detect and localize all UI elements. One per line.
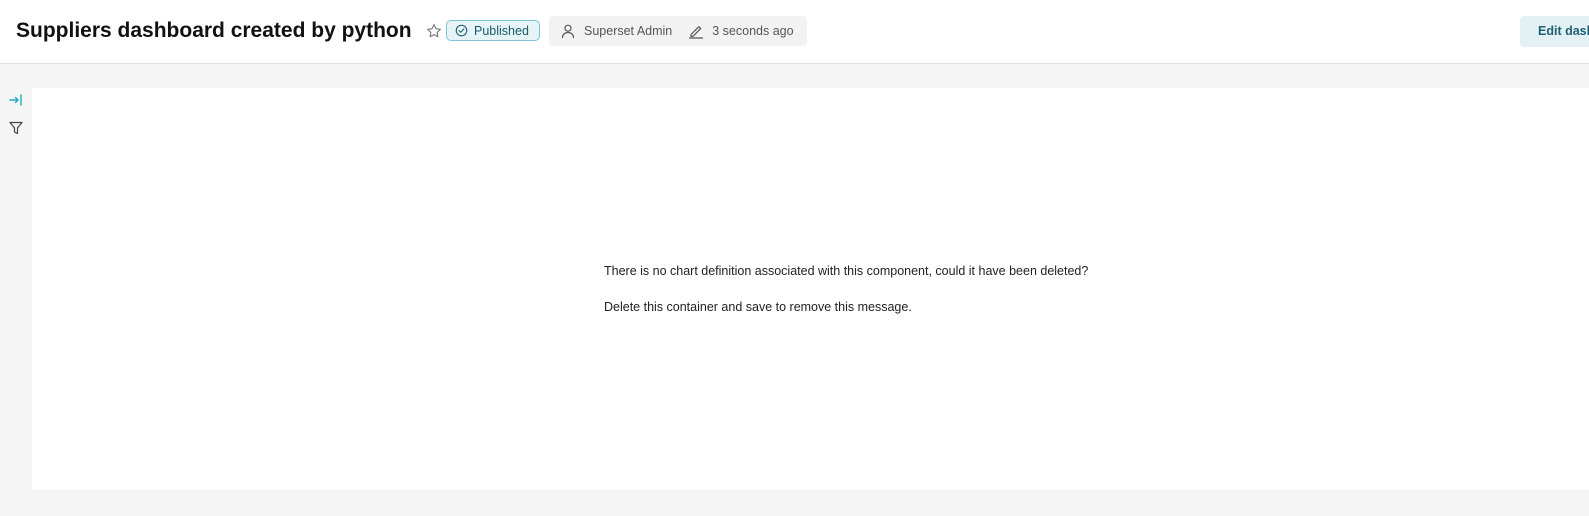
dashboard-header: Suppliers dashboard created by python Pu… [0,0,1589,64]
status-badge[interactable]: Published [446,20,540,41]
star-icon[interactable] [425,22,443,40]
filter-icon[interactable] [8,120,24,136]
modified-info: 3 seconds ago [688,23,794,39]
metadata-bar: Superset Admin 3 seconds ago [549,16,807,46]
check-circle-icon [455,24,468,37]
message-line-2: Delete this container and save to remove… [604,300,912,314]
user-icon [561,24,575,39]
message-line-1: There is no chart definition associated … [604,264,1089,278]
owner-info: Superset Admin [560,23,672,39]
status-badge-label: Published [474,23,529,38]
pencil-icon [689,26,704,39]
expand-icon[interactable] [8,92,24,108]
edit-dashboard-button[interactable]: Edit dashboard [1520,16,1589,47]
dashboard-title[interactable]: Suppliers dashboard created by python [16,17,412,45]
owner-name: Superset Admin [584,24,673,38]
dashboard-content-panel: There is no chart definition associated … [32,88,1589,490]
modified-time: 3 seconds ago [712,24,794,38]
missing-chart-message: There is no chart definition associated … [604,263,1088,315]
